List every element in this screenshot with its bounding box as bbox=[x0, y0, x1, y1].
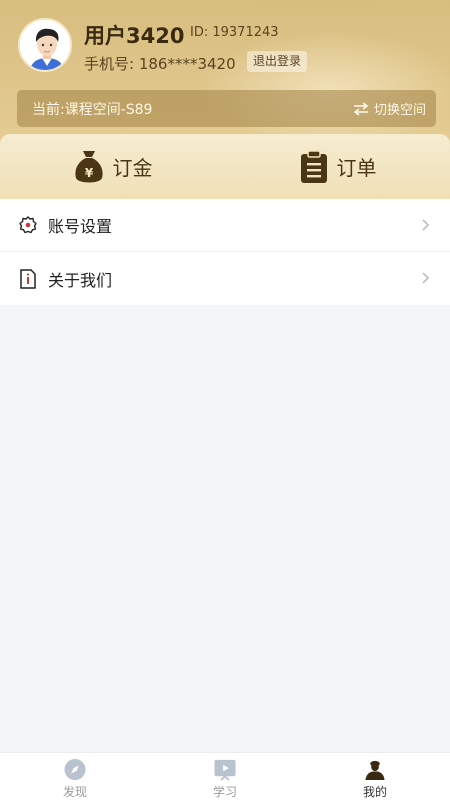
settings-menu: 账号设置 关于我们 bbox=[0, 199, 450, 305]
bottom-nav: 发现 学习 我的 bbox=[0, 752, 450, 800]
menu-item-label: 账号设置 bbox=[48, 217, 113, 236]
tab-orders-label: 订单 bbox=[336, 156, 377, 180]
nav-discover[interactable]: 发现 bbox=[0, 753, 150, 800]
gear-icon bbox=[18, 215, 38, 235]
switch-arrows-icon bbox=[353, 101, 369, 116]
user-icon bbox=[365, 760, 385, 781]
username: 用户3420 bbox=[84, 24, 185, 48]
menu-item-account-settings[interactable]: 账号设置 bbox=[0, 199, 450, 252]
current-space: 当前:课程空间-S89 bbox=[32, 102, 153, 118]
clipboard-icon bbox=[300, 149, 327, 183]
nav-study-label: 学习 bbox=[212, 785, 237, 799]
space-bar: 当前:课程空间-S89 切换空间 bbox=[17, 90, 436, 127]
menu-item-label: 关于我们 bbox=[48, 270, 113, 290]
svg-text:¥: ¥ bbox=[84, 166, 93, 180]
tab-orders[interactable]: 订单 bbox=[225, 134, 450, 199]
info-doc-icon bbox=[18, 268, 38, 289]
tab-deposit-label: 订金 bbox=[112, 156, 153, 180]
avatar[interactable] bbox=[18, 18, 72, 72]
compass-icon bbox=[64, 758, 86, 781]
quick-tabs: ¥ 订金 订单 bbox=[0, 134, 450, 199]
nav-discover-label: 发现 bbox=[62, 785, 87, 799]
switch-space-label: 切换空间 bbox=[373, 103, 426, 118]
switch-space-button[interactable]: 切换空间 bbox=[353, 99, 426, 118]
menu-item-about-us[interactable]: 关于我们 bbox=[0, 252, 450, 305]
nav-mine-label: 我的 bbox=[362, 785, 387, 799]
avatar-icon bbox=[20, 20, 70, 70]
logout-button[interactable]: 退出登录 bbox=[247, 51, 308, 72]
nav-mine[interactable]: 我的 bbox=[300, 753, 450, 800]
video-icon bbox=[214, 759, 236, 781]
chevron-right-icon bbox=[422, 219, 430, 231]
tab-deposit[interactable]: ¥ 订金 bbox=[0, 134, 225, 199]
nav-study[interactable]: 学习 bbox=[150, 753, 300, 800]
money-bag-icon: ¥ bbox=[74, 150, 103, 182]
chevron-right-icon bbox=[422, 272, 430, 284]
phone-number: 手机号: 186****3420 bbox=[84, 55, 236, 73]
user-id: ID: 19371243 bbox=[190, 25, 279, 40]
